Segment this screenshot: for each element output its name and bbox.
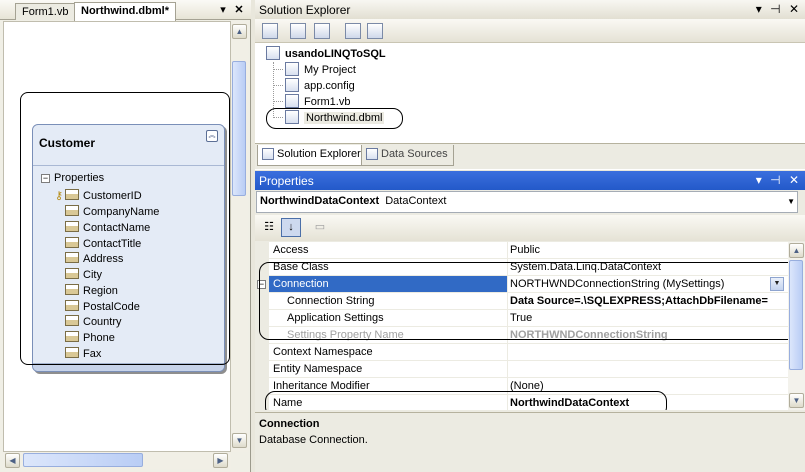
show-all-files-icon[interactable] xyxy=(290,23,306,39)
highlight-entity-annotation xyxy=(20,92,230,365)
property-value[interactable]: Public xyxy=(510,244,540,256)
properties-window-icon[interactable] xyxy=(262,23,278,39)
auto-hide-pin-icon[interactable]: ⊣ xyxy=(770,2,780,16)
solution-explorer-title: Solution Explorer xyxy=(259,3,351,17)
scroll-left-icon[interactable]: ◀ xyxy=(5,453,20,468)
scroll-thumb[interactable] xyxy=(232,61,246,196)
scroll-down-icon[interactable]: ▼ xyxy=(232,433,247,448)
object-selector-dropdown[interactable]: NorthwindDataContext DataContext ▼ xyxy=(256,191,798,213)
tab-form1-vb[interactable]: Form1.vb xyxy=(15,3,76,20)
solution-explorer-tab-strip: Solution Explorer Data Sources xyxy=(255,143,805,169)
view-code-icon[interactable] xyxy=(345,23,361,39)
window-position-dropdown-icon[interactable]: ▾ xyxy=(756,2,762,16)
row-margin xyxy=(255,344,269,361)
object-name: NorthwindDataContext xyxy=(260,195,380,207)
view-designer-icon[interactable] xyxy=(367,23,383,39)
row-margin xyxy=(255,378,269,395)
tab-northwind-dbml[interactable]: Northwind.dbml* xyxy=(74,2,176,21)
highlight-connection-annotation xyxy=(259,262,788,340)
dbml-designer-pane: Form1.vb Northwind.dbml* ▾ ✕ Customer ︽ … xyxy=(0,0,251,472)
column-divider xyxy=(507,361,508,378)
tree-item-form1-vb[interactable]: Form1.vb xyxy=(285,94,350,108)
data-sources-icon xyxy=(366,148,378,160)
object-type: DataContext xyxy=(385,195,447,207)
form-file-icon xyxy=(285,94,299,108)
close-pane-icon[interactable]: ✕ xyxy=(789,2,799,16)
designer-vertical-scrollbar[interactable]: ▲ ▼ xyxy=(231,21,248,452)
tree-project-node[interactable]: usandoLINQToSQL xyxy=(266,46,386,60)
horizontal-scroll-thumb[interactable] xyxy=(23,453,143,467)
window-list-dropdown-icon[interactable]: ▾ xyxy=(216,3,230,17)
properties-titlebar: Properties ▾ ⊣ ✕ xyxy=(255,171,805,190)
tree-item-my-project[interactable]: My Project xyxy=(285,62,356,76)
project-icon xyxy=(266,46,280,60)
designer-horizontal-scrollbar[interactable]: ◀ ▶ xyxy=(3,452,231,469)
column-divider xyxy=(507,242,508,259)
solution-explorer-toolbar xyxy=(255,19,805,43)
scroll-thumb[interactable] xyxy=(789,260,803,370)
window-position-dropdown-icon[interactable]: ▾ xyxy=(756,173,762,187)
close-document-icon[interactable]: ✕ xyxy=(232,3,246,17)
solution-explorer-icon xyxy=(262,148,274,160)
my-project-icon xyxy=(285,62,299,76)
properties-pane: Properties ▾ ⊣ ✕ NorthwindDataContext Da… xyxy=(255,171,805,472)
document-tab-strip: Form1.vb Northwind.dbml* ▾ ✕ xyxy=(0,0,251,21)
scroll-up-icon[interactable]: ▲ xyxy=(232,24,247,39)
refresh-icon[interactable] xyxy=(314,23,330,39)
chevron-down-icon[interactable]: ▼ xyxy=(787,197,795,206)
tree-item-app-config[interactable]: app.config xyxy=(285,78,355,92)
property-pages-icon[interactable]: ▭ xyxy=(310,218,330,237)
alphabetical-icon[interactable]: ↓ xyxy=(281,218,301,237)
properties-title: Properties xyxy=(259,174,314,188)
config-file-icon xyxy=(285,78,299,92)
categorized-icon[interactable]: ☷ xyxy=(259,218,279,237)
close-pane-icon[interactable]: ✕ xyxy=(789,173,799,187)
property-description-panel: Connection Database Connection. xyxy=(255,412,805,472)
row-margin xyxy=(255,242,269,259)
description-title: Connection xyxy=(259,418,320,430)
tab-solution-explorer[interactable]: Solution Explorer xyxy=(257,145,367,166)
property-grid[interactable]: Access Public Base Class System.Data.Lin… xyxy=(255,242,788,410)
property-name: Context Namespace xyxy=(273,346,373,358)
scroll-up-icon[interactable]: ▲ xyxy=(789,243,804,258)
highlight-dbml-annotation xyxy=(266,108,403,129)
property-row[interactable]: Access Public xyxy=(255,242,788,259)
column-divider xyxy=(507,344,508,361)
tree-connector xyxy=(273,69,283,70)
description-text: Database Connection. xyxy=(259,434,368,446)
property-grid-scrollbar[interactable]: ▲ ▼ xyxy=(788,242,805,410)
properties-toolbar: ☷ ↓ ▭ xyxy=(255,215,805,241)
property-name: Entity Namespace xyxy=(273,363,363,375)
tab-data-sources[interactable]: Data Sources xyxy=(361,145,454,166)
scroll-right-icon[interactable]: ▶ xyxy=(213,453,228,468)
auto-hide-pin-icon[interactable]: ⊣ xyxy=(770,173,780,187)
designer-canvas[interactable]: Customer ︽ − Properties ⚷ CustomerID Com… xyxy=(3,21,231,452)
tree-connector xyxy=(273,85,283,86)
property-row[interactable]: Context Namespace xyxy=(255,344,788,361)
row-margin xyxy=(255,361,269,378)
property-row[interactable]: Entity Namespace xyxy=(255,361,788,378)
solution-explorer-titlebar: Solution Explorer ▾ ⊣ ✕ xyxy=(255,0,805,19)
property-name: Access xyxy=(273,244,309,256)
scroll-down-icon[interactable]: ▼ xyxy=(789,393,804,408)
solution-explorer-pane: Solution Explorer ▾ ⊣ ✕ usandoLINQToSQL … xyxy=(255,0,805,170)
highlight-name-annotation xyxy=(265,391,667,410)
tree-connector xyxy=(273,101,283,102)
